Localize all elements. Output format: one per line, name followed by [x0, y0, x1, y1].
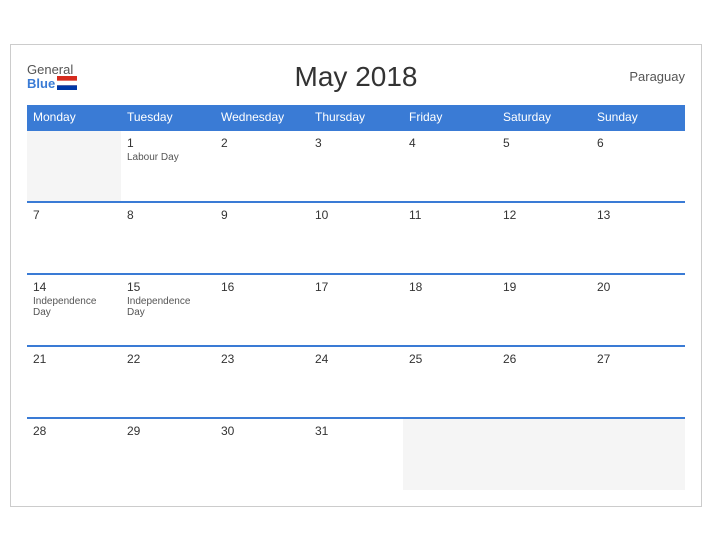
- day-number: 6: [597, 136, 679, 150]
- calendar-day-cell: 21: [27, 346, 121, 418]
- calendar-day-cell: 20: [591, 274, 685, 346]
- day-number: 16: [221, 280, 303, 294]
- day-number: 19: [503, 280, 585, 294]
- country-label: Paraguay: [629, 69, 685, 84]
- weekday-header-monday: Monday: [27, 105, 121, 130]
- logo-general-text: General: [27, 63, 73, 76]
- day-number: 2: [221, 136, 303, 150]
- day-number: 23: [221, 352, 303, 366]
- calendar-container: General Blue May 2018 Paraguay MondayTue…: [10, 44, 702, 507]
- day-number: 20: [597, 280, 679, 294]
- day-number: 15: [127, 280, 209, 294]
- day-number: 30: [221, 424, 303, 438]
- day-number: 10: [315, 208, 397, 222]
- calendar-day-cell: [27, 130, 121, 202]
- calendar-tbody: 1Labour Day234567891011121314Independenc…: [27, 130, 685, 490]
- calendar-day-cell: 23: [215, 346, 309, 418]
- calendar-day-cell: 11: [403, 202, 497, 274]
- calendar-week-row: 1 Labour Day 23456: [27, 130, 685, 202]
- calendar-day-cell: 4: [403, 130, 497, 202]
- calendar-week-row: 21 22 23 24 25 26 27: [27, 346, 685, 418]
- day-event: Independence Day: [33, 296, 115, 318]
- day-number: 24: [315, 352, 397, 366]
- calendar-day-cell: 26: [497, 346, 591, 418]
- logo-blue-text: Blue: [27, 77, 55, 90]
- day-number: 13: [597, 208, 679, 222]
- day-number: 18: [409, 280, 491, 294]
- day-number: 29: [127, 424, 209, 438]
- calendar-week-row: 789 10 11 12 13: [27, 202, 685, 274]
- day-number: 1: [127, 136, 209, 150]
- calendar-day-cell: 2: [215, 130, 309, 202]
- calendar-day-cell: 8: [121, 202, 215, 274]
- calendar-header: General Blue May 2018 Paraguay: [27, 61, 685, 93]
- day-number: 27: [597, 352, 679, 366]
- calendar-day-cell: 28: [27, 418, 121, 490]
- day-number: 22: [127, 352, 209, 366]
- weekday-header-row: MondayTuesdayWednesdayThursdayFridaySatu…: [27, 105, 685, 130]
- weekday-header-wednesday: Wednesday: [215, 105, 309, 130]
- day-number: 11: [409, 208, 491, 222]
- weekday-header-friday: Friday: [403, 105, 497, 130]
- calendar-week-row: 28 29 30 31: [27, 418, 685, 490]
- calendar-day-cell: 27: [591, 346, 685, 418]
- calendar-day-cell: 31: [309, 418, 403, 490]
- month-title: May 2018: [295, 61, 418, 93]
- calendar-day-cell: [403, 418, 497, 490]
- calendar-day-cell: 1 Labour Day: [121, 130, 215, 202]
- day-number: 8: [127, 208, 209, 222]
- calendar-day-cell: 29: [121, 418, 215, 490]
- logo-flag-icon: [57, 76, 77, 90]
- day-number: 21: [33, 352, 115, 366]
- day-number: 17: [315, 280, 397, 294]
- calendar-table: MondayTuesdayWednesdayThursdayFridaySatu…: [27, 105, 685, 490]
- day-number: 4: [409, 136, 491, 150]
- calendar-day-cell: 10: [309, 202, 403, 274]
- calendar-day-cell: 14 Independence Day: [27, 274, 121, 346]
- day-number: 28: [33, 424, 115, 438]
- day-number: 9: [221, 208, 303, 222]
- day-number: 31: [315, 424, 397, 438]
- calendar-day-cell: [591, 418, 685, 490]
- day-number: 12: [503, 208, 585, 222]
- calendar-day-cell: 22: [121, 346, 215, 418]
- day-event: Labour Day: [127, 152, 209, 163]
- weekday-header-tuesday: Tuesday: [121, 105, 215, 130]
- weekday-header-sunday: Sunday: [591, 105, 685, 130]
- calendar-day-cell: 6: [591, 130, 685, 202]
- calendar-day-cell: 7: [27, 202, 121, 274]
- calendar-day-cell: 13: [591, 202, 685, 274]
- calendar-week-row: 14 Independence Day 15 Independence Day 16 17…: [27, 274, 685, 346]
- day-number: 25: [409, 352, 491, 366]
- calendar-day-cell: 15 Independence Day: [121, 274, 215, 346]
- day-number: 5: [503, 136, 585, 150]
- calendar-day-cell: 5: [497, 130, 591, 202]
- day-number: 3: [315, 136, 397, 150]
- calendar-day-cell: 19: [497, 274, 591, 346]
- logo: General Blue: [27, 63, 77, 90]
- weekday-header-saturday: Saturday: [497, 105, 591, 130]
- calendar-day-cell: 24: [309, 346, 403, 418]
- calendar-day-cell: 3: [309, 130, 403, 202]
- calendar-day-cell: 30: [215, 418, 309, 490]
- weekday-header-thursday: Thursday: [309, 105, 403, 130]
- calendar-day-cell: 12: [497, 202, 591, 274]
- day-event: Independence Day: [127, 296, 209, 318]
- calendar-day-cell: 16: [215, 274, 309, 346]
- calendar-day-cell: [497, 418, 591, 490]
- calendar-thead: MondayTuesdayWednesdayThursdayFridaySatu…: [27, 105, 685, 130]
- day-number: 26: [503, 352, 585, 366]
- calendar-day-cell: 9: [215, 202, 309, 274]
- calendar-day-cell: 17: [309, 274, 403, 346]
- day-number: 7: [33, 208, 115, 222]
- calendar-day-cell: 18: [403, 274, 497, 346]
- day-number: 14: [33, 280, 115, 294]
- calendar-day-cell: 25: [403, 346, 497, 418]
